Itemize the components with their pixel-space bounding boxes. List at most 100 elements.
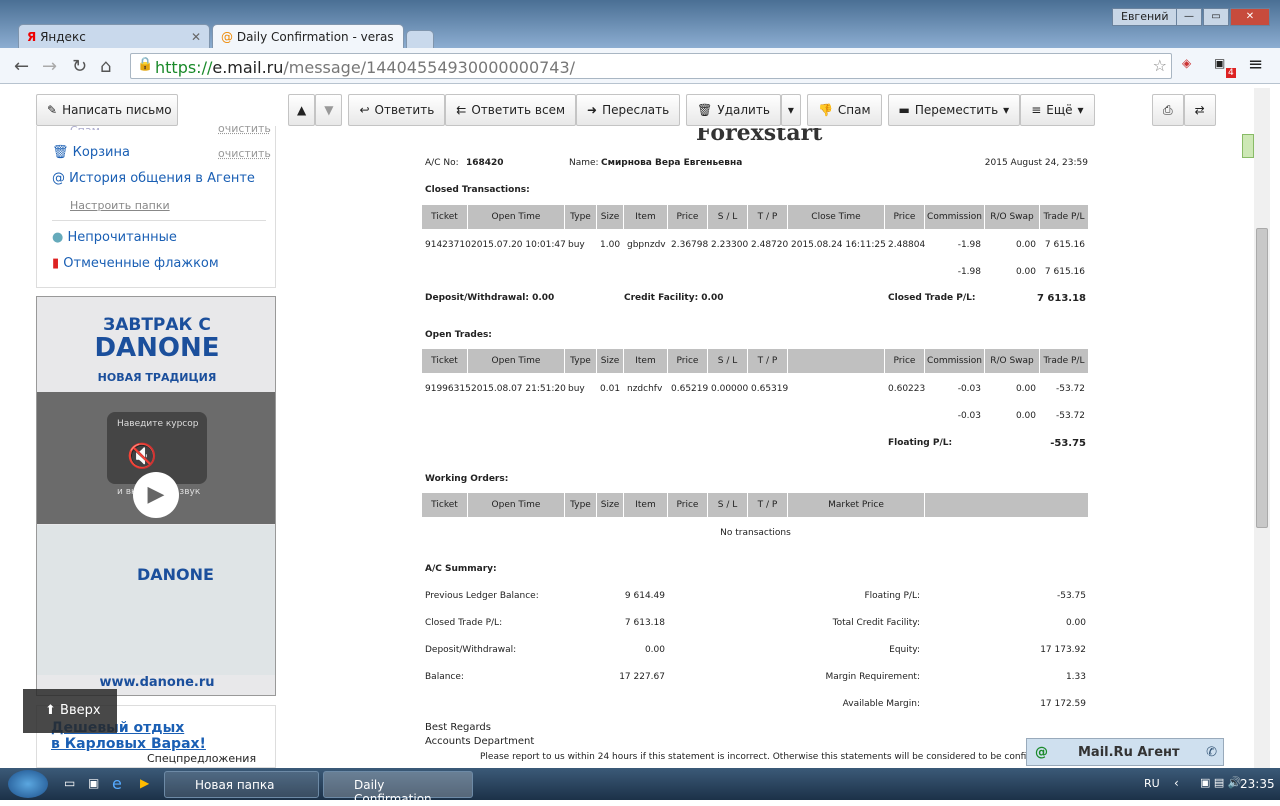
spam-button[interactable]: 👎 Спам bbox=[806, 94, 882, 126]
yandex-icon: Я bbox=[27, 30, 37, 44]
table-cell: 7 615.16 bbox=[1044, 240, 1085, 250]
section-title: Working Orders: bbox=[425, 474, 509, 484]
next-message-button[interactable]: ▼ bbox=[315, 94, 343, 126]
scrollbar-thumb[interactable] bbox=[1256, 228, 1268, 528]
tray-icons[interactable]: ▣ ▤ 🔊 bbox=[1200, 776, 1241, 789]
expand-button[interactable]: ⇄ bbox=[1183, 94, 1216, 126]
close-window-button[interactable]: ✕ bbox=[1230, 8, 1270, 26]
explorer-icon[interactable]: ▣ bbox=[88, 776, 99, 790]
side-widget-tab[interactable] bbox=[1242, 134, 1254, 158]
folder-icon: ▬ bbox=[898, 103, 910, 117]
move-button[interactable]: ▬ Переместить ▾ bbox=[887, 94, 1021, 126]
table-cell: 1.00 bbox=[600, 240, 621, 250]
forward-icon[interactable]: → bbox=[42, 56, 57, 77]
mute-icon: 🔇 bbox=[127, 442, 157, 470]
reply-button[interactable]: ↩ Ответить bbox=[348, 94, 446, 126]
logo: Forexstart bbox=[696, 128, 823, 146]
mail-ru-icon: @ bbox=[221, 30, 233, 44]
pencil-icon: ✎ bbox=[47, 103, 58, 117]
profile-button[interactable]: Евгений bbox=[1112, 8, 1178, 26]
summary-value: 1.33 bbox=[1065, 672, 1086, 682]
folder-trash[interactable]: 🗑 Корзина bbox=[52, 145, 130, 160]
filter-flagged[interactable]: ▮ Отмеченные флажком bbox=[52, 256, 219, 271]
extension-icon[interactable]: ◈ bbox=[1182, 56, 1191, 70]
url-input[interactable]: 🔒 https://e.mail.ru/message/144045549300… bbox=[130, 53, 1172, 79]
advertisement[interactable]: ЗАВТРАК С DANONE НОВАЯ ТРАДИЦИЯ Наведите… bbox=[36, 296, 276, 696]
print-button[interactable]: ⎙ bbox=[1152, 94, 1184, 126]
start-button[interactable] bbox=[8, 770, 48, 798]
at-icon: @ bbox=[52, 171, 65, 186]
home-icon[interactable]: ⌂ bbox=[100, 56, 111, 77]
scrollbar[interactable] bbox=[1254, 88, 1270, 768]
prev-message-button[interactable]: ▲ bbox=[288, 94, 316, 126]
star-icon[interactable]: ☆ bbox=[1153, 56, 1167, 75]
forward-arrow-icon: ➜ bbox=[587, 103, 598, 117]
column-header: Size bbox=[597, 349, 624, 373]
taskbar-chrome[interactable]: Daily Confirmation ... bbox=[323, 771, 473, 806]
statement-date: 2015 August 24, 23:59 bbox=[984, 158, 1088, 168]
column-header bbox=[788, 349, 885, 373]
summary-value: 0.00 bbox=[644, 645, 665, 655]
minimize-button[interactable]: — bbox=[1176, 8, 1202, 26]
column-header: Trade P/L bbox=[1040, 349, 1089, 373]
menu-icon[interactable]: ≡ bbox=[1248, 54, 1263, 75]
folder-spam[interactable]: Спам bbox=[70, 124, 100, 130]
summary-value: 0.00 bbox=[1065, 618, 1086, 628]
total-cell: -53.72 bbox=[1055, 411, 1085, 421]
taskbar-folder[interactable]: Новая папка bbox=[164, 771, 319, 798]
column-header: Trade P/L bbox=[1040, 205, 1089, 229]
back-icon[interactable]: ← bbox=[14, 56, 29, 77]
reload-icon[interactable]: ↻ bbox=[72, 56, 87, 77]
message-body: Forexstart A/C No: 168420 Name: Смирнова Вер… bbox=[290, 128, 1240, 768]
scroll-top-button[interactable]: ⬆ Вверх bbox=[23, 689, 117, 733]
delete-button[interactable]: 🗑 Удалить bbox=[686, 94, 781, 126]
media-icon[interactable]: ▶ bbox=[140, 776, 149, 790]
summary-label: Previous Ledger Balance: bbox=[425, 591, 539, 601]
table-cell: 0.00 bbox=[1015, 384, 1036, 394]
column-header: Size bbox=[597, 205, 624, 229]
table-cell: 0.01 bbox=[600, 384, 621, 394]
phone-icon[interactable]: ✆ bbox=[1206, 745, 1217, 760]
tray-chevron-icon[interactable]: ‹ bbox=[1174, 776, 1179, 790]
table-cell: gbpnzdv bbox=[627, 240, 666, 250]
video-player[interactable]: Наведите курсор 🔇 и включится звук ▶ bbox=[37, 392, 275, 524]
column-header: Ticket bbox=[422, 349, 468, 373]
ie-icon[interactable]: e bbox=[112, 774, 122, 793]
summary-value: 17 227.67 bbox=[619, 672, 665, 682]
reply-all-button[interactable]: ⇇ Ответить всем bbox=[445, 94, 577, 126]
summary-label: Balance: bbox=[425, 672, 464, 682]
summary-label: Deposit/Withdrawal: bbox=[425, 645, 517, 655]
forward-button[interactable]: ➜ Переслать bbox=[576, 94, 681, 126]
new-tab-button[interactable] bbox=[406, 30, 434, 48]
ad-site-link[interactable]: www.danone.ru bbox=[37, 675, 275, 690]
tab-daily-confirmation[interactable]: @ Daily Confirmation - veras bbox=[212, 24, 404, 48]
maximize-button[interactable]: ▭ bbox=[1203, 8, 1229, 26]
product-image: DANONE bbox=[37, 525, 275, 675]
credit-summary: Credit Facility: 0.00 bbox=[624, 293, 724, 303]
column-header: R/O Swap bbox=[985, 205, 1040, 229]
filter-unread[interactable]: ● Непрочитанные bbox=[52, 230, 177, 245]
compose-button[interactable]: ✎ Написать письмо bbox=[36, 94, 178, 126]
column-header: T / P bbox=[748, 493, 788, 517]
clear-trash-link[interactable]: очистить bbox=[218, 147, 271, 160]
delete-dropdown[interactable]: ▾ bbox=[780, 94, 801, 126]
clock[interactable]: 23:35 bbox=[1240, 777, 1275, 791]
ad-link-2[interactable]: в Карловых Варах! bbox=[51, 736, 275, 752]
clear-spam-link[interactable]: очистить bbox=[218, 122, 271, 135]
language-indicator[interactable]: RU bbox=[1144, 777, 1160, 790]
mail-agent-bar[interactable]: @ Mail.Ru Агент ✆ bbox=[1026, 738, 1224, 766]
column-header bbox=[925, 493, 1089, 517]
department: Accounts Department bbox=[425, 736, 535, 747]
table-cell: 2015.08.07 21:51:20 bbox=[471, 384, 566, 394]
table-cell: 2015.08.24 16:11:25 bbox=[791, 240, 886, 250]
tab-yandex[interactable]: Я Яндекс ✕ bbox=[18, 24, 210, 48]
column-header: T / P bbox=[748, 205, 788, 229]
folder-agent-history[interactable]: @ История общения в Агенте bbox=[52, 171, 255, 186]
more-button[interactable]: ≡ Ещё ▾ bbox=[1020, 94, 1095, 126]
show-desktop-icon[interactable]: ▭ bbox=[64, 776, 75, 790]
play-icon[interactable]: ▶ bbox=[133, 472, 179, 518]
trash-icon: 🗑 bbox=[52, 145, 69, 160]
extension-icon-2[interactable]: ▣ bbox=[1214, 56, 1225, 70]
setup-folders-link[interactable]: Настроить папки bbox=[70, 199, 170, 212]
trash-icon: 🗑 bbox=[697, 103, 713, 117]
